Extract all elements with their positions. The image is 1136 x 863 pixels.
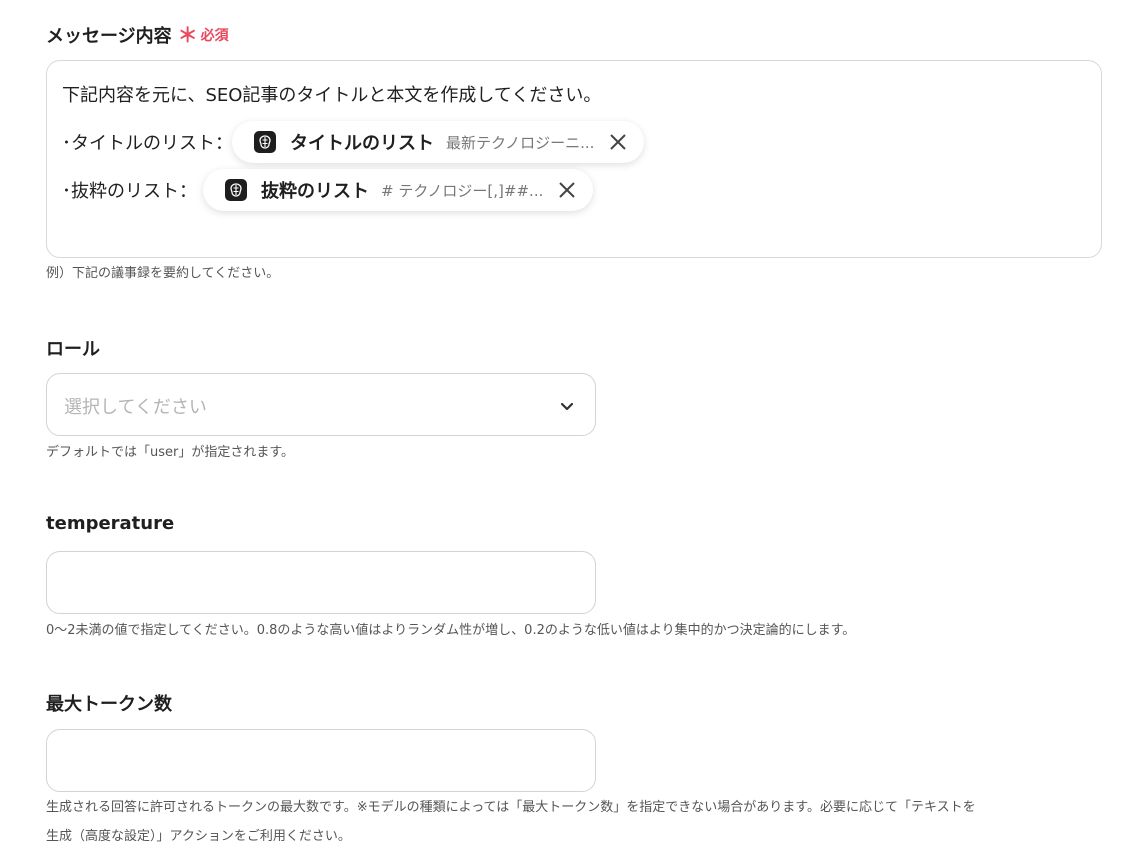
role-select[interactable]: 選択してください [46,373,596,436]
variable-chip-excerpt-list[interactable]: 抜粋のリスト # テクノロジー[,]##... [203,169,594,211]
brain-icon [254,131,276,153]
role-help: デフォルトでは「user」が指定されます。 [46,445,295,460]
message-help: 例）下記の議事録を要約してください。 [46,266,280,281]
required-star-icon: ＊ [177,23,198,47]
brain-icon [225,179,247,201]
chip-name: タイトルのリスト [290,133,434,154]
role-select-placeholder: 選択してください [64,397,207,418]
max-tokens-help-line-1: 生成される回答に許可されるトークンの最大数です。※モデルの種類によっては「最大ト… [46,800,976,815]
message-line-2-prefix: ･タイトルのリスト： [62,133,233,154]
message-line-1: 下記内容を元に、SEO記事のタイトルと本文を作成してください。 [62,85,602,106]
chip-preview: 最新テクノロジーニ... [446,133,595,152]
message-label-text: メッセージ内容 [46,26,172,47]
temperature-label: temperature [46,513,175,534]
message-line-3-prefix: ･抜粋のリスト： [62,181,197,202]
message-label: メッセージ内容 ＊ 必須 [46,22,229,48]
close-icon[interactable] [604,128,632,156]
max-tokens-input[interactable] [46,729,596,792]
message-textarea[interactable]: 下記内容を元に、SEO記事のタイトルと本文を作成してください。 ･タイトルのリス… [46,60,1102,258]
chevron-down-icon [557,396,577,416]
max-tokens-label: 最大トークン数 [46,694,172,715]
required-badge: ＊ 必須 [178,25,229,45]
temperature-help: 0〜2未満の値で指定してください。0.8のような高い値はよりランダム性が増し、0… [46,623,856,638]
form-page: メッセージ内容 ＊ 必須 下記内容を元に、SEO記事のタイトルと本文を作成してく… [0,0,1136,863]
close-icon[interactable] [553,176,581,204]
required-text: 必須 [200,28,229,44]
variable-chip-title-list[interactable]: タイトルのリスト 最新テクノロジーニ... [232,121,645,163]
chip-name: 抜粋のリスト [261,181,369,202]
chip-preview: # テクノロジー[,]##... [381,181,544,200]
temperature-input[interactable] [46,551,596,614]
max-tokens-help-line-2: 生成（高度な設定）」アクションをご利用ください。 [46,829,351,844]
role-label: ロール [46,339,100,360]
